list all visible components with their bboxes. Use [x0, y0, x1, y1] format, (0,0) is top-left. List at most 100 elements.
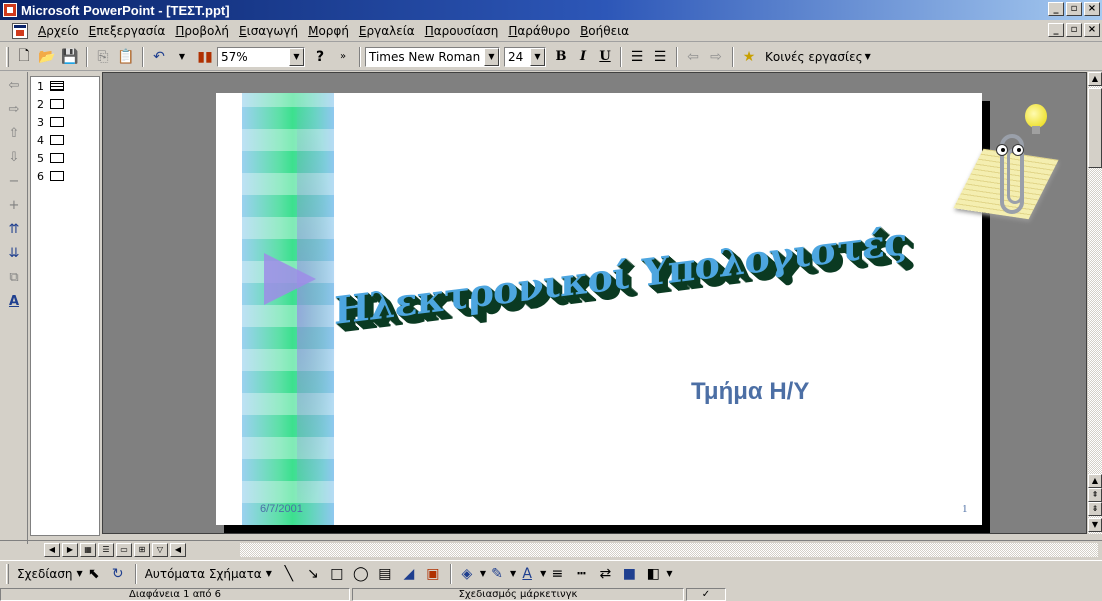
menu-slideshow[interactable]: Παρουσίαση: [421, 24, 503, 38]
rectangle-icon[interactable]: □: [326, 563, 348, 585]
outline-slide-row[interactable]: 2: [31, 95, 99, 113]
toolbar-grip[interactable]: [6, 563, 9, 584]
chevron-down-icon[interactable]: ▼: [484, 47, 499, 66]
menu-file[interactable]: Αρχείο: [34, 24, 83, 38]
3d-icon[interactable]: ◧: [642, 563, 664, 585]
fill-color-icon[interactable]: ◈: [456, 563, 478, 585]
slideshow-view-icon[interactable]: ▽: [152, 542, 168, 557]
wordart-icon[interactable]: ◢: [398, 563, 420, 585]
summary-slide-icon[interactable]: ⧉: [2, 266, 26, 288]
scroll-down-icon[interactable]: ▼: [1088, 518, 1102, 532]
select-pointer-icon[interactable]: ⬉: [83, 563, 105, 585]
previous-slide-icon[interactable]: ⇞: [1088, 488, 1102, 502]
document-icon[interactable]: [12, 22, 28, 39]
copy-icon[interactable]: ⎘: [92, 46, 114, 68]
collapse-icon[interactable]: −: [2, 170, 26, 192]
move-up-icon[interactable]: ⇧: [2, 122, 26, 144]
demote-icon[interactable]: ⇨: [705, 46, 727, 68]
align-center-icon[interactable]: ☰: [649, 46, 671, 68]
triangle-shape[interactable]: [264, 253, 316, 305]
autoshapes-menu-button[interactable]: Αυτόματα Σχήματα: [141, 567, 266, 581]
slide-sorter-view-icon[interactable]: ⊞: [134, 542, 150, 557]
menu-view[interactable]: Προβολή: [171, 24, 233, 38]
close-button[interactable]: ×: [1084, 2, 1100, 16]
move-down-icon[interactable]: ⇩: [2, 146, 26, 168]
free-rotate-icon[interactable]: ↻: [107, 563, 129, 585]
clip-art-icon[interactable]: ▣: [422, 563, 444, 585]
scroll-up-icon[interactable]: ▲: [1088, 474, 1102, 488]
common-tasks-menu[interactable]: Κοινές εργασίες: [765, 50, 863, 64]
paste-icon[interactable]: 📋: [115, 46, 137, 68]
doc-close-button[interactable]: ×: [1084, 23, 1100, 37]
demote-arrow-icon[interactable]: ⇨: [2, 98, 26, 120]
spelling-status-icon[interactable]: ✓: [686, 587, 726, 601]
outline-slide-row[interactable]: 3: [31, 113, 99, 131]
common-tasks-icon[interactable]: ★: [738, 46, 760, 68]
scroll-left-icon[interactable]: ◀: [44, 542, 60, 557]
shadow-icon[interactable]: ■: [618, 563, 640, 585]
expand-all-icon[interactable]: ⇊: [2, 242, 26, 264]
outline-pane[interactable]: 1 2 3 4 5 6: [30, 76, 100, 536]
chevron-down-icon[interactable]: ▼: [289, 47, 304, 66]
wordart-title[interactable]: Ηλεκτρονικοί Υπολογιστές: [334, 218, 906, 333]
text-box-icon[interactable]: ▤: [374, 563, 396, 585]
promote-arrow-icon[interactable]: ⇦: [2, 74, 26, 96]
office-assistant[interactable]: [953, 92, 1070, 232]
scroll-right-icon[interactable]: ▶: [62, 542, 78, 557]
menu-format[interactable]: Μορφή: [304, 24, 353, 38]
oval-icon[interactable]: ◯: [350, 563, 372, 585]
insert-chart-icon[interactable]: ▮▮: [194, 46, 216, 68]
bold-button[interactable]: B: [550, 46, 572, 68]
outline-slide-row[interactable]: 1: [31, 77, 99, 95]
outline-slide-row[interactable]: 5: [31, 149, 99, 167]
scroll-left-icon[interactable]: ◀: [170, 542, 186, 557]
toolbar-grip[interactable]: [6, 46, 9, 67]
promote-icon[interactable]: ⇦: [682, 46, 704, 68]
dash-style-icon[interactable]: ┅: [570, 563, 592, 585]
chevron-down-icon[interactable]: ▼: [530, 47, 545, 66]
slide-canvas[interactable]: Ηλεκτρονικοί Υπολογιστές Τμήμα Η/Υ 6/7/2…: [216, 93, 982, 525]
font-color-icon[interactable]: A: [516, 563, 538, 585]
restore-button[interactable]: ▫: [1066, 2, 1082, 16]
undo-dropdown-icon[interactable]: ▼: [171, 46, 193, 68]
next-slide-icon[interactable]: ⇟: [1088, 502, 1102, 516]
underline-button[interactable]: U: [594, 46, 616, 68]
new-document-icon[interactable]: 🗋: [13, 46, 35, 68]
scroll-thumb[interactable]: [1088, 88, 1102, 168]
normal-view-icon[interactable]: ▦: [80, 542, 96, 557]
outline-slide-row[interactable]: 4: [31, 131, 99, 149]
menu-tools[interactable]: Εργαλεία: [355, 24, 419, 38]
draw-menu-button[interactable]: Σχεδίαση: [13, 567, 77, 581]
outline-slide-row[interactable]: 6: [31, 167, 99, 185]
undo-icon[interactable]: ↶: [148, 46, 170, 68]
font-size-combo[interactable]: 24 ▼: [504, 46, 546, 67]
expand-icon[interactable]: +: [2, 194, 26, 216]
line-icon[interactable]: ╲: [278, 563, 300, 585]
open-folder-icon[interactable]: 📂: [36, 46, 58, 68]
chevron-down-icon[interactable]: ▼: [865, 52, 871, 61]
show-formatting-icon[interactable]: A: [2, 290, 26, 312]
more-buttons-icon[interactable]: »: [332, 46, 354, 68]
powerpoint-app-icon[interactable]: [3, 3, 17, 17]
collapse-all-icon[interactable]: ⇈: [2, 218, 26, 240]
italic-button[interactable]: I: [572, 46, 594, 68]
menu-window[interactable]: Παράθυρο: [504, 24, 574, 38]
save-icon[interactable]: 💾: [59, 46, 81, 68]
line-color-icon[interactable]: ✎: [486, 563, 508, 585]
slide-subtitle[interactable]: Τμήμα Η/Υ: [691, 378, 809, 406]
doc-restore-button[interactable]: ▫: [1066, 23, 1082, 37]
horizontal-scrollbar[interactable]: [240, 543, 1098, 557]
vertical-scrollbar[interactable]: ▲ ▲ ⇞ ⇟ ▼: [1088, 72, 1102, 534]
zoom-combo[interactable]: 57% ▼: [217, 46, 305, 67]
menu-insert[interactable]: Εισαγωγή: [235, 24, 302, 38]
slide-view-icon[interactable]: ▭: [116, 542, 132, 557]
lightbulb-icon[interactable]: [1025, 104, 1047, 134]
arrow-icon[interactable]: ↘: [302, 563, 324, 585]
align-left-icon[interactable]: ☰: [626, 46, 648, 68]
scroll-up-icon[interactable]: ▲: [1088, 72, 1102, 86]
minimize-button[interactable]: _: [1048, 2, 1064, 16]
outline-view-icon[interactable]: ☰: [98, 542, 114, 557]
font-name-combo[interactable]: Times New Roman ▼: [365, 46, 500, 67]
line-style-icon[interactable]: ≡: [546, 563, 568, 585]
help-icon[interactable]: ?: [309, 46, 331, 68]
